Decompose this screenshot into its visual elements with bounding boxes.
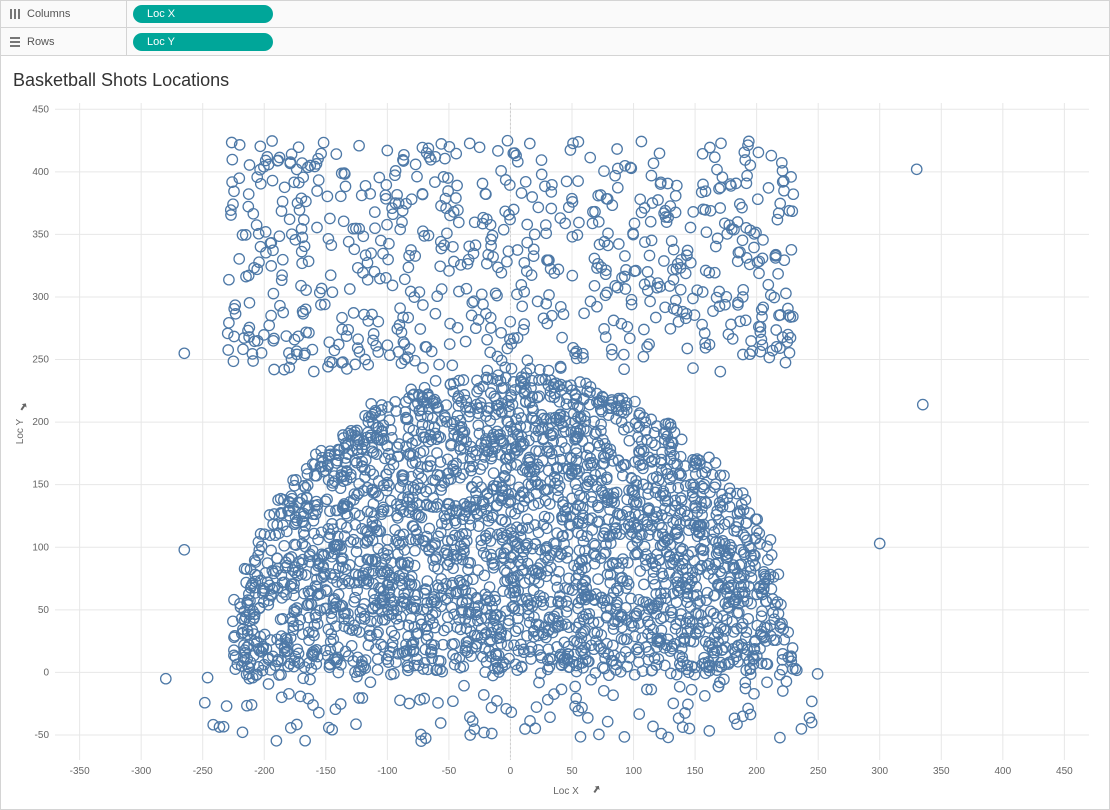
svg-text:Loc Y: Loc Y	[15, 418, 26, 444]
svg-text:400: 400	[994, 766, 1011, 777]
pin-icon	[19, 402, 29, 412]
svg-text:-150: -150	[316, 766, 336, 777]
svg-text:150: 150	[687, 766, 704, 777]
columns-label: Columns	[27, 8, 70, 20]
rows-pill-loc-y[interactable]: Loc Y	[133, 33, 273, 51]
svg-text:250: 250	[32, 355, 49, 366]
rows-label: Rows	[27, 36, 55, 48]
pin-icon	[592, 784, 602, 794]
svg-text:300: 300	[32, 292, 49, 303]
svg-text:0: 0	[43, 667, 49, 678]
svg-text:50: 50	[38, 605, 50, 616]
columns-shelf[interactable]: Columns Loc X	[0, 0, 1110, 28]
svg-text:250: 250	[810, 766, 827, 777]
columns-pill-area[interactable]: Loc X	[127, 1, 1109, 27]
svg-text:0: 0	[508, 766, 514, 777]
svg-text:-50: -50	[442, 766, 457, 777]
chart-title: Basketball Shots Locations	[11, 70, 1099, 91]
svg-text:Loc X: Loc X	[553, 786, 579, 797]
scatter-plot[interactable]: -350 -300 -250 -200 -150 -100 -50 0 50 100 150 200 2…	[11, 97, 1099, 800]
rows-icon	[9, 36, 21, 48]
svg-text:100: 100	[625, 766, 642, 777]
svg-text:450: 450	[32, 104, 49, 115]
svg-text:50: 50	[566, 766, 578, 777]
columns-shelf-label-cell: Columns	[1, 1, 127, 27]
svg-text:400: 400	[32, 167, 49, 178]
rows-shelf-label-cell: Rows	[1, 28, 127, 55]
svg-text:350: 350	[933, 766, 950, 777]
svg-text:-100: -100	[377, 766, 397, 777]
svg-text:100: 100	[32, 542, 49, 553]
columns-icon	[9, 8, 21, 20]
svg-text:200: 200	[32, 417, 49, 428]
svg-text:450: 450	[1056, 766, 1073, 777]
svg-text:-350: -350	[70, 766, 90, 777]
svg-text:-250: -250	[193, 766, 213, 777]
rows-pill-area[interactable]: Loc Y	[127, 28, 1109, 55]
svg-text:300: 300	[871, 766, 888, 777]
svg-text:350: 350	[32, 229, 49, 240]
viz-container: Basketball Shots Locations -350-300-250-…	[0, 56, 1110, 810]
svg-text:-50: -50	[35, 730, 50, 741]
svg-text:-200: -200	[254, 766, 274, 777]
svg-text:150: 150	[32, 480, 49, 491]
plot-area[interactable]: -350 -300 -250 -200 -150 -100 -50 0 50 100 150 200 2…	[11, 97, 1099, 800]
svg-text:-300: -300	[131, 766, 151, 777]
columns-pill-loc-x[interactable]: Loc X	[133, 5, 273, 23]
rows-shelf[interactable]: Rows Loc Y	[0, 28, 1110, 56]
svg-text:200: 200	[748, 766, 765, 777]
